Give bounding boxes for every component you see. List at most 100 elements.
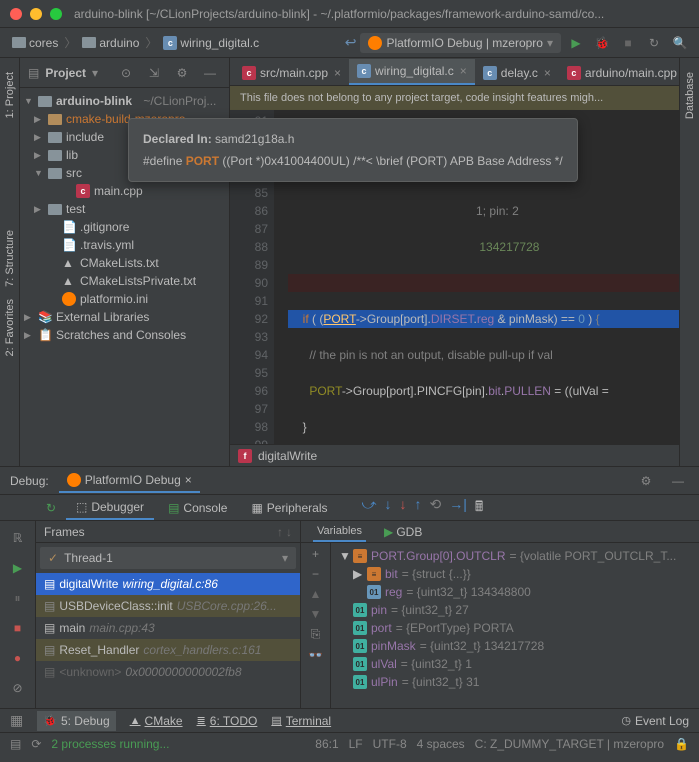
- processes-indicator[interactable]: 2 processes running...: [51, 737, 169, 751]
- debug-session-tab[interactable]: PlatformIO Debug ×: [59, 469, 200, 493]
- close-icon[interactable]: ×: [544, 66, 551, 80]
- minimize-window[interactable]: [30, 8, 42, 20]
- tree-item[interactable]: ▲CMakeListsPrivate.txt: [20, 272, 229, 290]
- breadcrumb-item[interactable]: arduino: [78, 34, 143, 52]
- editor-tab[interactable]: cwiring_digital.c×: [349, 59, 475, 85]
- indent-info[interactable]: 4 spaces: [417, 737, 465, 751]
- add-watch-icon[interactable]: +: [312, 547, 319, 561]
- structure-tool-tab[interactable]: 7: Structure: [2, 224, 18, 293]
- tree-item[interactable]: platformio.ini: [20, 290, 229, 308]
- close-icon[interactable]: ×: [460, 64, 467, 78]
- breadcrumb-item[interactable]: cwiring_digital.c: [159, 34, 263, 52]
- variable-row[interactable]: 01port = {EPortType} PORTA: [335, 619, 695, 637]
- stack-frame[interactable]: ▤<unknown> 0x0000000000002fb8: [36, 661, 300, 683]
- event-log-tab[interactable]: ◷ Event Log: [621, 714, 689, 728]
- locate-icon[interactable]: ⊙: [115, 62, 137, 84]
- drop-frame-icon[interactable]: ⟲: [429, 496, 441, 520]
- database-tool-tab[interactable]: Database: [682, 66, 698, 125]
- run-to-cursor-icon[interactable]: →|: [449, 496, 467, 520]
- variable-row[interactable]: ▼≡PORT.Group[0].OUTCLR = {volatile PORT_…: [335, 547, 695, 565]
- stop-icon[interactable]: ■: [7, 617, 29, 639]
- close-icon[interactable]: ×: [334, 66, 341, 80]
- variable-row[interactable]: ▶≡bit = {struct {...}}: [335, 565, 695, 583]
- mute-icon[interactable]: ⊘: [7, 677, 29, 699]
- rerun-icon[interactable]: ℝ: [7, 527, 29, 549]
- step-into-icon[interactable]: ↓: [384, 496, 391, 520]
- tree-item[interactable]: cmain.cpp: [20, 182, 229, 200]
- tree-item[interactable]: ▶📚External Libraries: [20, 308, 229, 326]
- up-icon[interactable]: ▲: [310, 587, 322, 601]
- glasses-icon[interactable]: 👓: [308, 648, 323, 662]
- todo-tool-tab[interactable]: ≣ 6: TODO: [197, 714, 258, 728]
- lock-icon[interactable]: 🔒: [674, 737, 689, 751]
- encoding[interactable]: UTF-8: [373, 737, 407, 751]
- evaluate-icon[interactable]: 🖩: [475, 496, 483, 520]
- editor-tab[interactable]: carduino/main.cpp×: [559, 61, 679, 85]
- editor-tab[interactable]: csrc/main.cpp×: [234, 61, 349, 85]
- close-icon[interactable]: ×: [185, 473, 192, 487]
- tree-item[interactable]: 📄.gitignore: [20, 218, 229, 236]
- debug-button[interactable]: 🐞: [591, 32, 613, 54]
- copy-icon[interactable]: ⎘: [311, 627, 321, 642]
- stack-frame[interactable]: ▤USBDeviceClass::init USBCore.cpp:26...: [36, 595, 300, 617]
- context-info[interactable]: C: Z_DUMMY_TARGET | mzeropro: [475, 737, 664, 751]
- gear-icon[interactable]: ⚙: [171, 62, 193, 84]
- remove-watch-icon[interactable]: −: [312, 567, 319, 581]
- thread-selector[interactable]: ✓Thread-1▾: [40, 547, 296, 569]
- run-button[interactable]: ▶: [565, 32, 587, 54]
- gear-icon[interactable]: ⚙: [635, 470, 657, 492]
- collapse-icon[interactable]: ⇲: [143, 62, 165, 84]
- editor-tab[interactable]: cdelay.c×: [475, 61, 559, 85]
- variable-row[interactable]: 01pin = {uint32_t} 27: [335, 601, 695, 619]
- hide-icon[interactable]: —: [667, 470, 689, 492]
- peripherals-tab[interactable]: ▦Peripherals: [241, 497, 337, 519]
- next-frame-icon[interactable]: ↓: [286, 525, 292, 539]
- variable-row[interactable]: 01ulVal = {uint32_t} 1: [335, 655, 695, 673]
- status-icon[interactable]: ▤: [10, 737, 21, 751]
- search-icon[interactable]: 🔍: [669, 32, 691, 54]
- tree-item[interactable]: 📄.travis.yml: [20, 236, 229, 254]
- cmake-tool-tab[interactable]: ▲ CMake: [130, 714, 183, 728]
- resume-button[interactable]: ↻: [40, 497, 62, 519]
- variable-row[interactable]: 01reg = {uint32_t} 134348800: [335, 583, 695, 601]
- back-icon[interactable]: ↩: [345, 34, 357, 51]
- tree-item[interactable]: ▶test: [20, 200, 229, 218]
- variables-tab[interactable]: Variables: [313, 522, 366, 542]
- variable-row[interactable]: 01pinMask = {uint32_t} 134217728: [335, 637, 695, 655]
- breakpoints-icon[interactable]: ●: [7, 647, 29, 669]
- cursor-position[interactable]: 86:1: [315, 737, 338, 751]
- favorites-tool-tab[interactable]: 2: Favorites: [2, 293, 18, 362]
- prev-frame-icon[interactable]: ↑: [277, 525, 283, 539]
- step-out-icon[interactable]: ↑: [414, 496, 421, 520]
- gdb-tab[interactable]: ▶ GDB: [380, 522, 426, 542]
- statusbar: ▤ ⟳ 2 processes running... 86:1 LF UTF-8…: [0, 732, 699, 754]
- run-configuration-selector[interactable]: PlatformIO Debug | mzeropro ▾: [360, 33, 561, 53]
- breadcrumb-item[interactable]: cores: [8, 34, 62, 52]
- tree-item[interactable]: ▲CMakeLists.txt: [20, 254, 229, 272]
- down-icon[interactable]: ▼: [310, 607, 322, 621]
- close-window[interactable]: [10, 8, 22, 20]
- pause-icon[interactable]: ⏸: [7, 587, 29, 609]
- terminal-tool-tab[interactable]: ▤ Terminal: [271, 714, 331, 728]
- current-function[interactable]: digitalWrite: [258, 449, 317, 463]
- maximize-window[interactable]: [50, 8, 62, 20]
- hide-icon[interactable]: —: [199, 62, 221, 84]
- line-separator[interactable]: LF: [349, 737, 363, 751]
- tree-root[interactable]: ▼arduino-blink ~/CLionProj...: [20, 92, 229, 110]
- project-tool-tab[interactable]: 1: Project: [2, 66, 18, 124]
- stack-frame[interactable]: ▤digitalWrite wiring_digital.c:86: [36, 573, 300, 595]
- variable-list[interactable]: ▼≡PORT.Group[0].OUTCLR = {volatile PORT_…: [331, 543, 699, 708]
- tool-menu-icon[interactable]: ▦: [10, 712, 23, 729]
- debugger-tab[interactable]: ⬚Debugger: [66, 496, 154, 520]
- resume-icon[interactable]: ▶: [7, 557, 29, 579]
- console-tab[interactable]: ▤Console: [158, 497, 237, 519]
- stack-frame[interactable]: ▤main main.cpp:43: [36, 617, 300, 639]
- step-over-icon[interactable]: ⤻: [361, 496, 376, 520]
- stop-button[interactable]: ■: [617, 32, 639, 54]
- variable-row[interactable]: 01ulPin = {uint32_t} 31: [335, 673, 695, 691]
- stack-frame[interactable]: ▤Reset_Handler cortex_handlers.c:161: [36, 639, 300, 661]
- debug-tool-tab[interactable]: 🐞 5: Debug: [37, 711, 115, 731]
- force-step-icon[interactable]: ↓: [399, 496, 406, 520]
- update-button[interactable]: ↻: [643, 32, 665, 54]
- tree-item[interactable]: ▶📋Scratches and Consoles: [20, 326, 229, 344]
